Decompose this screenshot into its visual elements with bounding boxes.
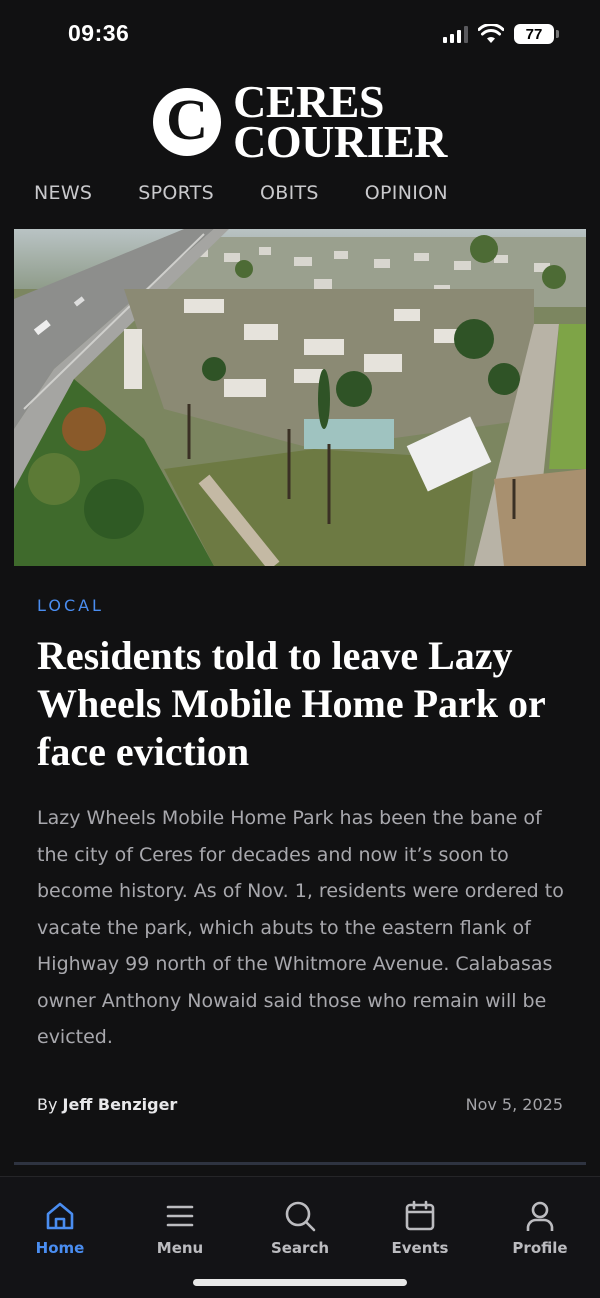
tab-events[interactable]: Events — [360, 1199, 480, 1257]
section-nav: NEWS SPORTS OBITS OPINION — [34, 182, 448, 204]
aerial-photo — [14, 229, 586, 566]
tab-profile[interactable]: Profile — [480, 1199, 600, 1257]
wifi-icon — [478, 24, 504, 43]
article-hero-image[interactable] — [14, 229, 586, 566]
author-name[interactable]: Jeff Benziger — [63, 1095, 178, 1114]
status-time: 09:36 — [68, 20, 130, 46]
tab-label-search: Search — [270, 1239, 330, 1257]
logo-mark: C — [153, 87, 222, 156]
tab-menu[interactable]: Menu — [120, 1199, 240, 1257]
logo-wordmark: CERES COURIER — [233, 79, 447, 167]
tab-home[interactable]: Home — [0, 1199, 120, 1257]
search-icon — [285, 1201, 316, 1232]
content-divider — [14, 1162, 586, 1165]
tab-label-events: Events — [391, 1239, 449, 1257]
battery-icon: 77 — [514, 24, 559, 44]
article-summary: Lazy Wheels Mobile Home Park has been th… — [37, 807, 564, 1048]
article-headline[interactable]: Residents told to leave Lazy Wheels Mobi… — [37, 632, 577, 776]
tab-label-menu: Menu — [156, 1239, 204, 1257]
tab-label-profile: Profile — [512, 1239, 568, 1257]
status-bar: 09:36 77 — [0, 0, 600, 70]
masthead-logo[interactable]: C CERES COURIER — [0, 79, 600, 167]
publish-date: Nov 5, 2025 — [465, 1095, 563, 1114]
logo-letter: C — [166, 87, 209, 152]
logo-line-2: COURIER — [233, 116, 447, 167]
profile-icon — [526, 1201, 554, 1231]
tab-label-home: Home — [35, 1239, 85, 1257]
battery-level: 77 — [525, 25, 543, 43]
calendar-icon — [405, 1200, 435, 1231]
byline-prefix: By — [37, 1095, 58, 1114]
nav-item-obits[interactable]: OBITS — [260, 182, 319, 204]
article-category[interactable]: LOCAL — [37, 596, 104, 615]
status-icons: 77 — [443, 24, 559, 44]
home-indicator[interactable] — [193, 1279, 407, 1286]
cellular-signal-icon — [443, 25, 468, 43]
article-byline: By Jeff Benziger — [37, 1095, 177, 1114]
nav-item-opinion[interactable]: OPINION — [365, 182, 448, 204]
nav-item-sports[interactable]: SPORTS — [138, 182, 214, 204]
tab-search[interactable]: Search — [240, 1199, 360, 1257]
nav-item-news[interactable]: NEWS — [34, 182, 92, 204]
menu-icon — [166, 1205, 194, 1227]
home-icon — [46, 1202, 74, 1230]
